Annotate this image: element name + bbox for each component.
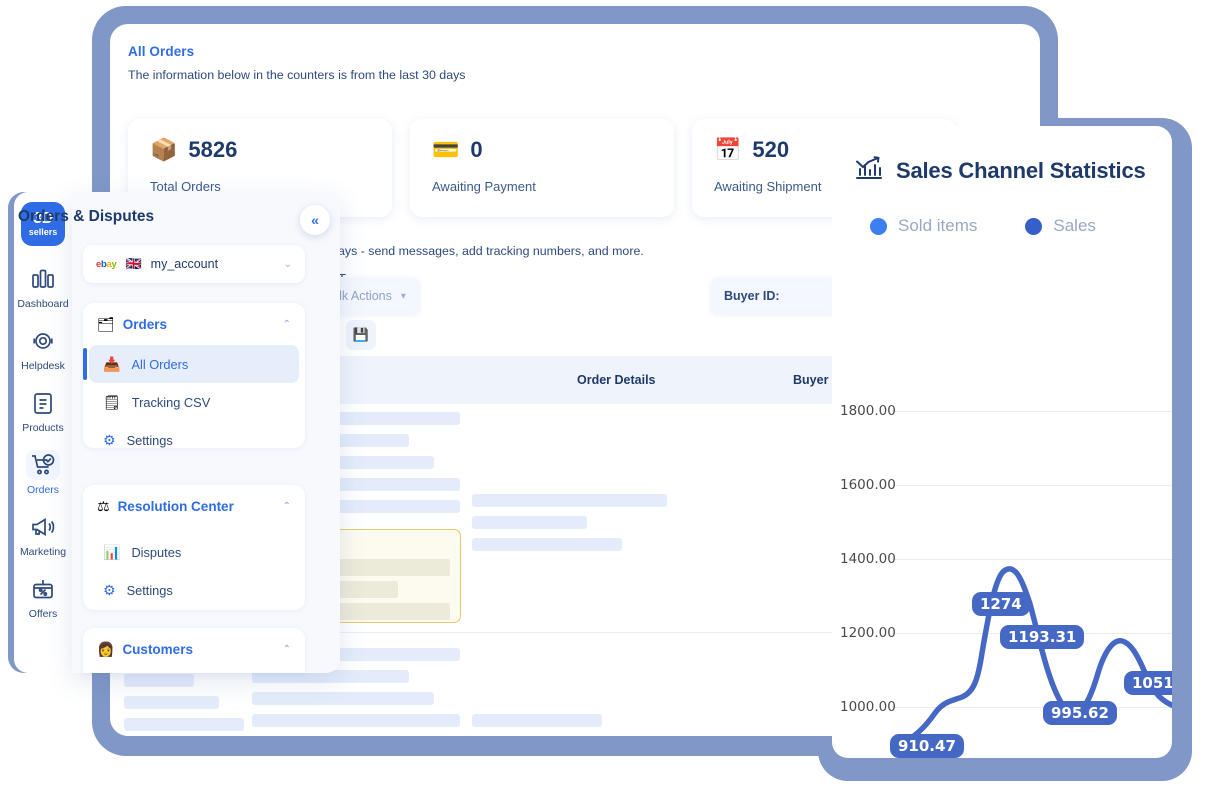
orders-blurb: ays - send messages, add tracking number… xyxy=(338,244,644,258)
nav-item-orders-settings[interactable]: ⚙ Settings xyxy=(83,421,305,459)
chart-plot-area: 1800.00 1600.00 1400.00 1200.00 1000.00 … xyxy=(832,261,1172,758)
gavel-icon: ⚖ xyxy=(97,498,110,514)
chevron-up-icon: ⌃ xyxy=(282,318,291,330)
data-label: 1193.31 xyxy=(1000,625,1085,649)
legend-item-sales[interactable]: Sales xyxy=(1025,216,1096,236)
nav-item-label: Settings xyxy=(126,582,173,598)
data-label: 1274 xyxy=(972,592,1030,616)
export-icon[interactable]: 💾 xyxy=(346,320,376,350)
legend-dot-icon xyxy=(870,217,887,235)
nav-group-header-orders[interactable]: 🗂 Orders ⌃ xyxy=(83,303,305,345)
nav-group-label: Resolution Center xyxy=(117,498,234,514)
logo-line2: sellers xyxy=(28,227,58,237)
app-rail: 3D sellers Dashboard Helpdesk Products O… xyxy=(14,192,73,673)
nav-group-header-customers[interactable]: 👩 Customers ⌃ xyxy=(83,628,305,670)
bar-chart-icon xyxy=(854,154,884,187)
uk-flag-icon: 🇬🇧 xyxy=(125,256,142,271)
gear-icon: ⚙ xyxy=(103,582,116,598)
sidebar-item-label: Marketing xyxy=(19,546,67,558)
panel-title: Orders & Disputes xyxy=(18,208,155,225)
disputes-icon: 📊 xyxy=(103,544,121,560)
nav-item-tracking-csv[interactable]: 🗒 Tracking CSV xyxy=(83,383,305,421)
stat-card-awaiting-payment[interactable]: 💳 0 Awaiting Payment xyxy=(410,119,674,217)
helpdesk-icon xyxy=(26,326,60,356)
orders-folder-icon: 🗂 xyxy=(97,316,115,332)
chevron-down-icon: ⌄ xyxy=(283,258,292,270)
stat-value: 0 xyxy=(470,137,483,162)
payment-pending-icon: 💳 xyxy=(432,137,460,162)
chart-header: Sales Channel Statistics xyxy=(854,154,1146,187)
nav-group-label: Customers xyxy=(122,641,193,657)
column-header-order-details: Order Details xyxy=(577,373,656,387)
all-orders-icon: 📥 xyxy=(103,356,121,372)
stat-value: 520 xyxy=(752,137,790,162)
sales-chart-window: Sales Channel Statistics Sold items Sale… xyxy=(832,126,1172,758)
page-subtitle: The information below in the counters is… xyxy=(128,68,466,82)
page-title: All Orders xyxy=(128,44,195,59)
buyer-id-label: Buyer ID: xyxy=(724,289,780,303)
gear-icon: ⚙ xyxy=(103,432,116,448)
sidebar-item-marketing[interactable]: Marketing xyxy=(14,504,72,566)
nav-item-label: Disputes xyxy=(131,544,182,560)
offers-percent-icon xyxy=(26,574,60,604)
nav-item-disputes[interactable]: 📊 Disputes xyxy=(83,533,305,571)
nav-group-label: Orders xyxy=(122,316,168,332)
megaphone-icon xyxy=(26,512,60,542)
nav-group-customers: 👩 Customers ⌃ xyxy=(83,628,305,673)
toolbar-second-row: 💾 xyxy=(346,320,376,350)
sidebar-item-orders[interactable]: Orders xyxy=(14,442,72,504)
sidebar-item-dashboard[interactable]: Dashboard xyxy=(14,256,72,318)
sidebar-item-label: Products xyxy=(22,422,64,434)
legend-label: Sold items xyxy=(898,216,978,235)
sidebar-item-label: Orders xyxy=(26,484,60,496)
sidebar-item-offers[interactable]: Offers xyxy=(14,566,72,628)
stat-value: 5826 xyxy=(188,137,238,162)
stat-label: Awaiting Payment xyxy=(432,179,536,194)
shipment-pending-icon: 📅 xyxy=(714,137,742,162)
chevron-up-icon: ⌃ xyxy=(282,500,291,512)
orders-header: All Orders The information below in the … xyxy=(128,44,1022,82)
customers-icon: 👩 xyxy=(97,641,115,657)
data-label: 1051. xyxy=(1124,671,1172,695)
chevron-down-icon: ▾ xyxy=(400,290,406,302)
nav-item-all-orders[interactable]: 📥 All Orders xyxy=(83,345,299,383)
screenshot-stage: All Orders The information below in the … xyxy=(0,0,1205,799)
series-line-sales xyxy=(897,566,1172,747)
nav-group-header-resolution-center[interactable]: ⚖ Resolution Center ⌃ xyxy=(83,485,305,527)
chart-svg xyxy=(897,566,1172,747)
legend-item-sold-items[interactable]: Sold items xyxy=(870,216,977,236)
chart-title: Sales Channel Statistics xyxy=(896,157,1146,183)
legend-label: Sales xyxy=(1053,216,1096,235)
legend-dot-icon xyxy=(1025,217,1043,235)
sidebar-item-products[interactable]: Products xyxy=(14,380,72,442)
ebay-logo-icon: ebay xyxy=(96,258,117,270)
sidebar-item-label: Dashboard xyxy=(17,298,69,310)
nav-item-label: All Orders xyxy=(131,356,189,372)
nav-item-label: Tracking CSV xyxy=(131,394,211,410)
boxes-icon: 📦 xyxy=(150,137,178,162)
chevron-up-icon: ⌃ xyxy=(282,643,291,655)
data-label: 995.62 xyxy=(1043,701,1117,725)
stat-label: Awaiting Shipment xyxy=(714,179,822,194)
orders-cart-icon xyxy=(26,450,60,480)
dashboard-icon xyxy=(26,264,60,294)
account-selector[interactable]: ebay 🇬🇧 my_account ⌄ xyxy=(83,245,305,283)
sidebar-item-label: Helpdesk xyxy=(21,360,65,372)
tracking-csv-icon: 🗒 xyxy=(103,394,121,410)
sidebar-item-helpdesk[interactable]: Helpdesk xyxy=(14,318,72,380)
products-icon xyxy=(26,388,60,418)
nav-item-label: Settings xyxy=(126,432,173,448)
chart-legend: Sold items Sales xyxy=(870,216,1096,236)
nav-item-resolution-settings[interactable]: ⚙ Settings xyxy=(83,571,305,609)
nav-group-orders: 🗂 Orders ⌃ 📥 All Orders 🗒 Tracking CSV ⚙… xyxy=(83,303,305,448)
sidebar-item-label: Offers xyxy=(28,608,58,620)
collapse-panel-button[interactable]: « xyxy=(300,205,330,235)
nav-group-resolution-center: ⚖ Resolution Center ⌃ 📊 Disputes ⚙ Setti… xyxy=(83,485,305,610)
data-label: 910.47 xyxy=(890,734,964,758)
account-name: my_account xyxy=(150,257,219,271)
